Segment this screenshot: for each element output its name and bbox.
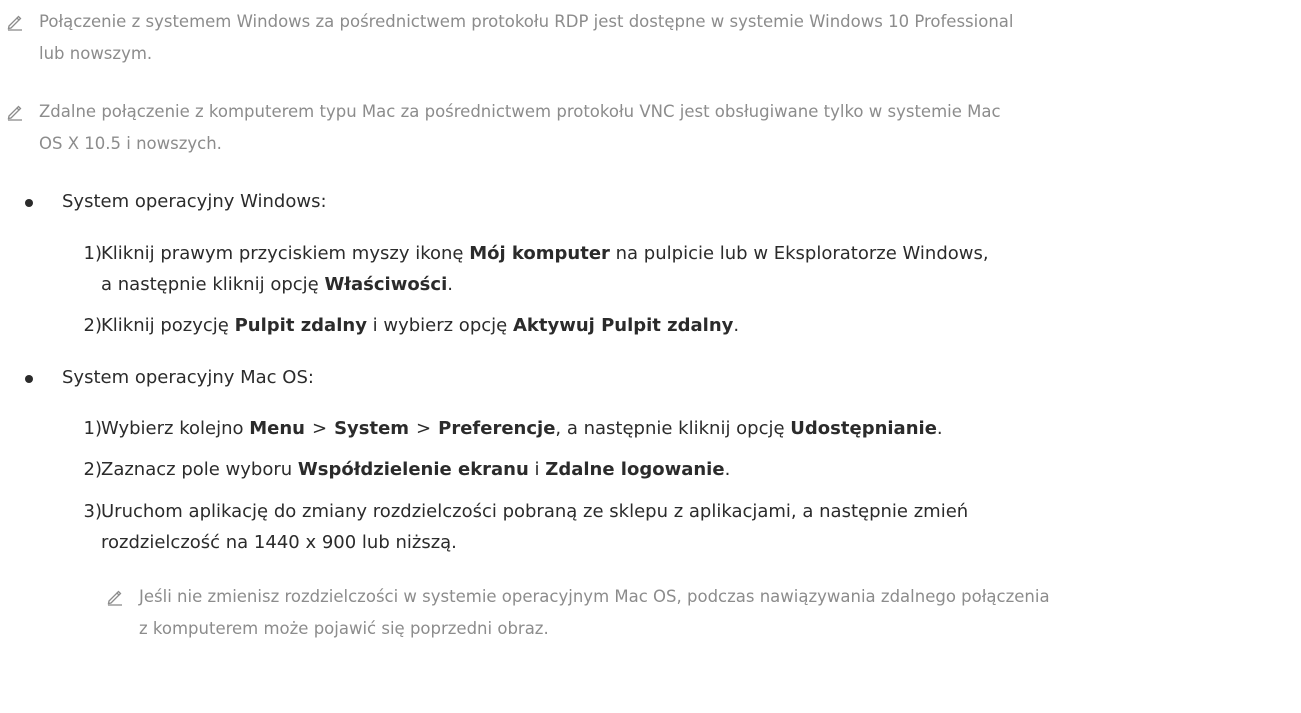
pencil-icon bbox=[7, 105, 22, 121]
ui-term: System bbox=[334, 418, 410, 439]
step-line: a następnie kliknij opcję Właściwości. bbox=[101, 274, 453, 295]
bullet-icon bbox=[25, 199, 33, 207]
ui-term: Udostępnianie bbox=[790, 418, 937, 439]
ui-term: Mój komputer bbox=[469, 243, 610, 264]
note-line: lub nowszym. bbox=[39, 44, 153, 63]
mac-step-1: 1) Wybierz kolejno Menu > System > Preferenc… bbox=[0, 413, 1301, 444]
ui-term: Pulpit zdalny bbox=[234, 315, 367, 336]
step-number: 1) bbox=[83, 243, 102, 264]
ui-term: Współdzielenie ekranu bbox=[297, 459, 529, 480]
note-line: z komputerem może pojawić się poprzedni … bbox=[139, 619, 549, 638]
chevron-right-icon: > bbox=[311, 418, 328, 439]
pencil-icon bbox=[7, 15, 22, 31]
ui-term: Zdalne logowanie bbox=[545, 459, 725, 480]
step-line: Kliknij pozycję Pulpit zdalny i wybierz … bbox=[101, 315, 740, 336]
ui-term: Preferencje bbox=[438, 418, 556, 439]
ui-term: Aktywuj Pulpit zdalny bbox=[512, 315, 734, 336]
ui-term: Właściwości bbox=[324, 274, 448, 295]
note-vnc: Zdalne połączenie z komputerem typu Mac … bbox=[0, 96, 1301, 166]
note-line: Połączenie z systemem Windows za pośredn… bbox=[39, 12, 1014, 31]
step-line: Wybierz kolejno Menu > System > Preferencje,… bbox=[101, 418, 943, 439]
note-resolution: Jeśli nie zmienisz rozdzielczości w syst… bbox=[0, 581, 1301, 645]
bullet-icon bbox=[25, 375, 33, 383]
step-number: 3) bbox=[83, 501, 102, 522]
step-number: 2) bbox=[83, 459, 102, 480]
step-line: Kliknij prawym przyciskiem myszy ikonę M… bbox=[101, 243, 989, 264]
pencil-icon bbox=[107, 590, 122, 606]
step-line: rozdzielczość na 1440 x 900 lub niższą. bbox=[101, 532, 457, 553]
note-line: Zdalne połączenie z komputerem typu Mac … bbox=[39, 102, 1001, 121]
windows-step-1: 1) Kliknij prawym przyciskiem myszy ikon… bbox=[0, 238, 1301, 300]
step-number: 1) bbox=[83, 418, 102, 439]
mac-step-2: 2) Zaznacz pole wyboru Współdzielenie ek… bbox=[0, 454, 1301, 485]
windows-step-2: 2) Kliknij pozycję Pulpit zdalny i wybie… bbox=[0, 310, 1301, 341]
step-line: Zaznacz pole wyboru Współdzielenie ekran… bbox=[101, 459, 731, 480]
chevron-right-icon: > bbox=[416, 418, 432, 439]
ui-term: Menu bbox=[249, 418, 305, 439]
note-line: Jeśli nie zmienisz rozdzielczości w syst… bbox=[139, 587, 1050, 606]
mac-step-3: 3) Uruchom aplikację do zmiany rozdzielc… bbox=[0, 496, 1301, 558]
note-line: OS X 10.5 i nowszych. bbox=[39, 134, 222, 153]
step-number: 2) bbox=[83, 315, 102, 336]
note-rdp: Połączenie z systemem Windows za pośredn… bbox=[0, 6, 1301, 76]
section-macos-title: System operacyjny Mac OS: bbox=[0, 362, 1301, 394]
step-line: Uruchom aplikację do zmiany rozdzielczoś… bbox=[101, 501, 969, 522]
section-windows-title: System operacyjny Windows: bbox=[0, 186, 1301, 218]
